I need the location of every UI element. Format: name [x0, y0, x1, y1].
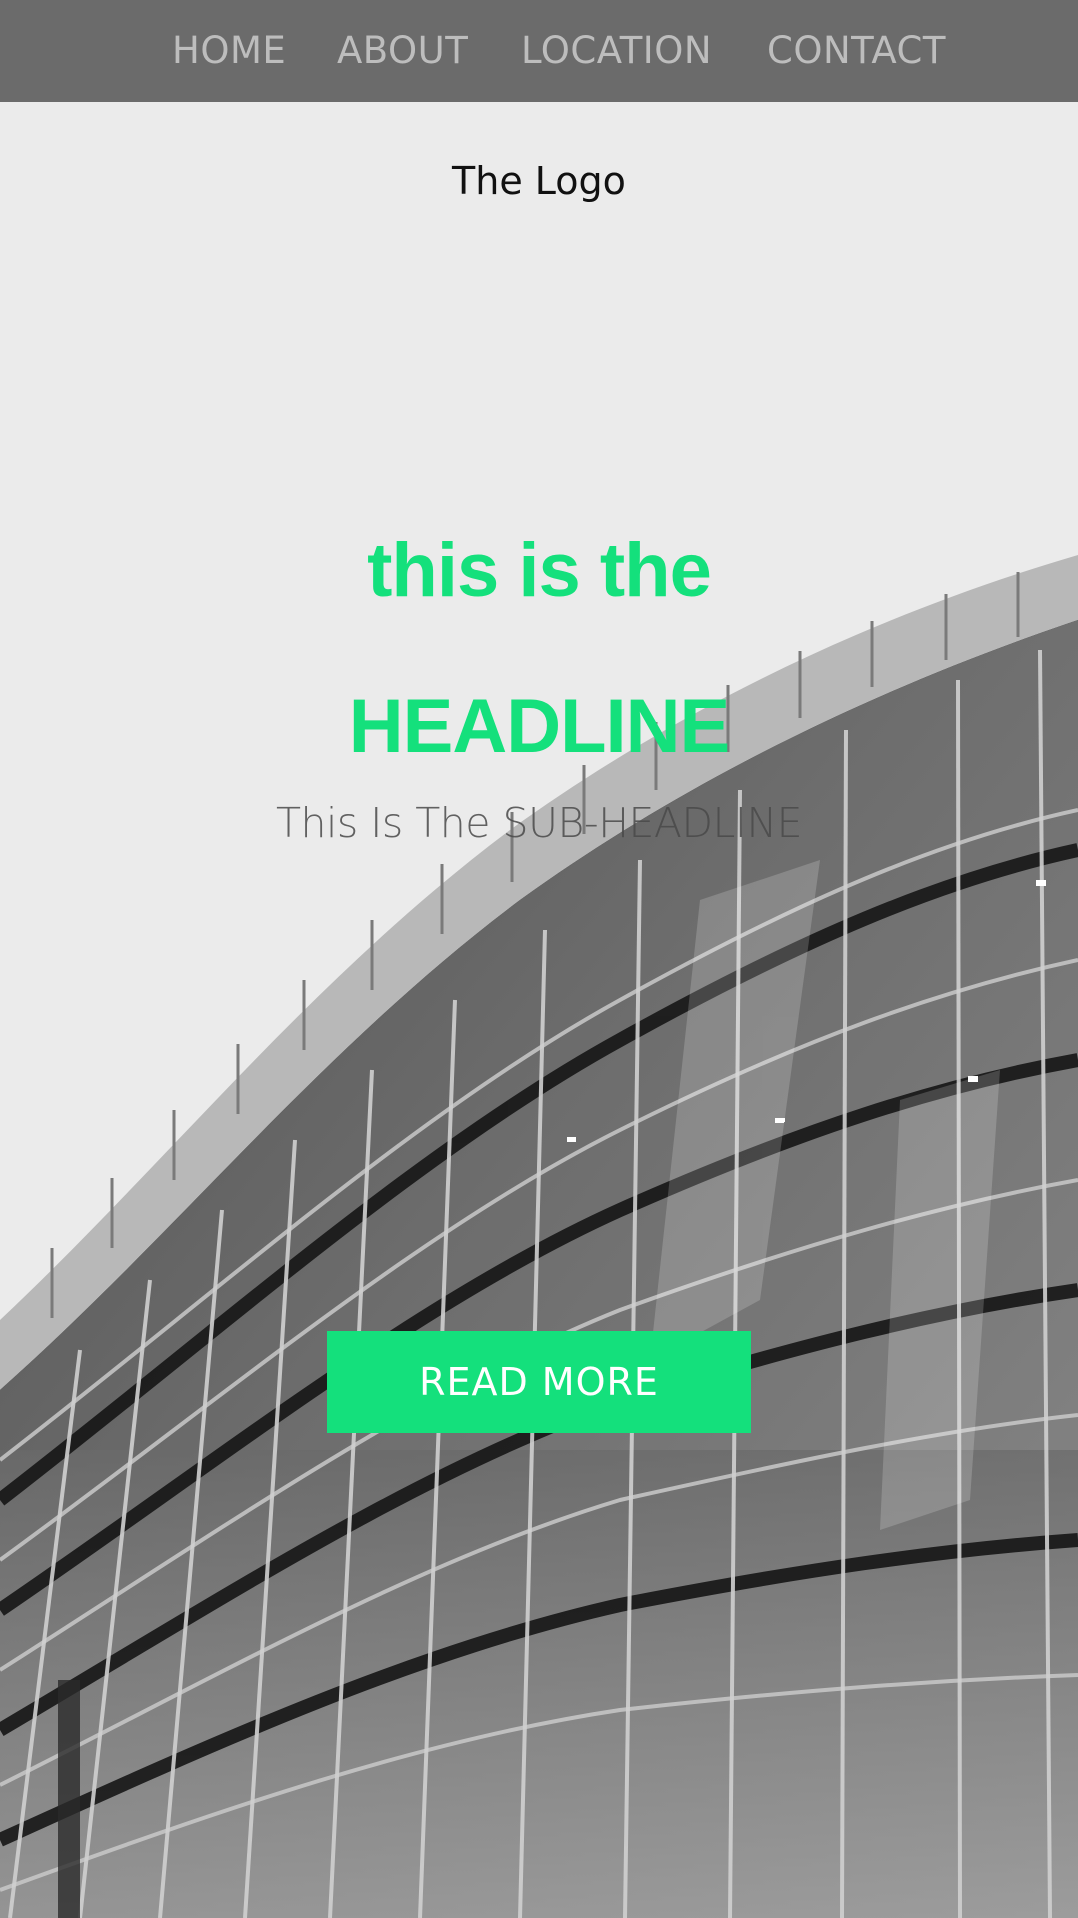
top-navigation-bar: HOME ABOUT LOCATION CONTACT [0, 0, 1078, 102]
nav-item-home[interactable]: HOME [172, 28, 286, 74]
landing-page: HOME ABOUT LOCATION CONTACT The Logo thi… [0, 0, 1078, 1918]
read-more-button[interactable]: READ MORE [327, 1331, 751, 1433]
hero-headline-line-1: this is the [367, 528, 712, 613]
hero-headline-line-2: HEADLINE [348, 684, 730, 769]
site-logo[interactable]: The Logo [0, 156, 1078, 206]
nav-item-contact[interactable]: CONTACT [767, 28, 946, 74]
nav-item-location[interactable]: LOCATION [521, 28, 712, 74]
hero-subheadline: This Is The SUB-HEADLINE [275, 799, 803, 847]
building-facade-image [0, 555, 1078, 1918]
nav-item-about[interactable]: ABOUT [337, 28, 468, 74]
